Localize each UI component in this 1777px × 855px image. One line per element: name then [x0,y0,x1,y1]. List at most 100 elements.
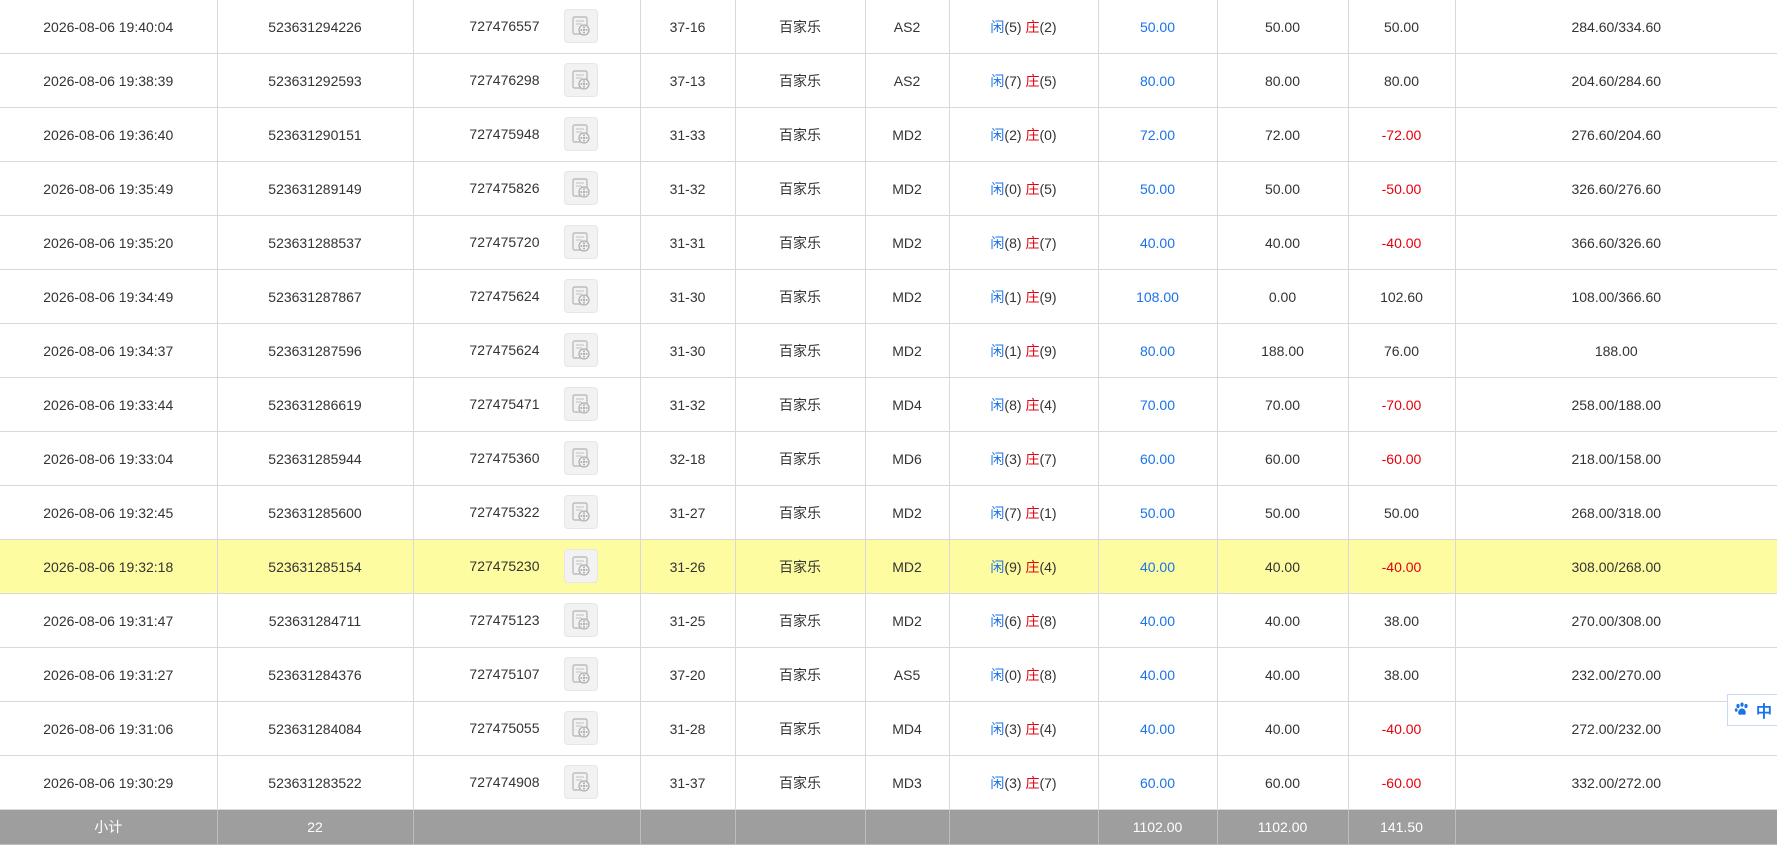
video-replay-button[interactable] [563,495,598,529]
table-number: 37-13 [639,53,736,108]
balance-change: 276.60/204.60 [1454,107,1777,162]
video-replay-button[interactable] [563,387,598,421]
subtotal-empty-cell [864,809,950,845]
video-replay-button[interactable] [563,117,598,151]
bet-amount: 80.00 [1097,323,1218,378]
balance-change: 270.00/308.00 [1454,593,1777,648]
subtotal-empty-cell [639,809,736,845]
table-row: 2026-08-06 19:35:20 523631288537 7274757… [0,215,1777,270]
film-reel-icon [571,556,590,576]
result: 闲(3) 庄(7) [948,755,1099,810]
player-label: 闲 [990,126,1005,143]
video-replay-button[interactable] [563,333,598,367]
round-id-cell: 727475107 [412,647,641,702]
round-id-cell: 727475720 [412,215,641,270]
banker-points: (2) [1039,18,1057,35]
player-points: (1) [1004,342,1022,359]
round-id-cell: 727476298 [412,53,641,108]
player-label: 闲 [990,558,1005,575]
video-replay-button[interactable] [563,225,598,259]
video-replay-button[interactable] [563,171,598,205]
round-id-cell: 727475826 [412,161,641,216]
video-replay-button[interactable] [563,657,598,691]
game-name: 百家乐 [734,431,866,486]
film-reel-icon [571,610,590,630]
table-code: MD2 [864,323,950,378]
bet-amount: 40.00 [1097,647,1218,702]
table-row: 2026-08-06 19:33:44 523631286619 7274754… [0,377,1777,432]
win-loss: -40.00 [1347,701,1456,756]
player-points: (2) [1004,126,1022,143]
player-points: (8) [1004,396,1022,413]
subtotal-empty-cell [412,809,641,845]
valid-bet: 0.00 [1216,269,1349,324]
bet-id: 523631292593 [216,53,414,108]
video-replay-button[interactable] [563,441,598,475]
bet-time: 2026-08-06 19:35:49 [0,161,218,216]
bet-id: 523631283522 [216,755,414,810]
result: 闲(0) 庄(8) [948,647,1099,702]
round-id: 727475624 [469,342,540,358]
video-replay-button[interactable] [563,9,598,43]
table-row: 2026-08-06 19:40:04 523631294226 7274765… [0,0,1777,54]
result: 闲(8) 庄(7) [948,215,1099,270]
result: 闲(0) 庄(5) [948,161,1099,216]
win-loss: -60.00 [1347,755,1456,810]
banker-points: (7) [1039,234,1057,251]
banker-label: 庄 [1025,774,1040,791]
banker-label: 庄 [1025,126,1040,143]
bet-id: 523631290151 [216,107,414,162]
balance-change: 284.60/334.60 [1454,0,1777,54]
subtotal-count: 22 [216,809,414,845]
banker-label: 庄 [1025,180,1040,197]
result: 闲(2) 庄(0) [948,107,1099,162]
table-row: 2026-08-06 19:32:45 523631285600 7274753… [0,485,1777,540]
video-replay-button[interactable] [563,765,598,799]
film-reel-icon [571,340,590,360]
bet-id: 523631286619 [216,377,414,432]
round-id-cell: 727476557 [412,0,641,54]
video-replay-button[interactable] [563,63,598,97]
table-code: MD4 [864,377,950,432]
video-replay-button[interactable] [563,279,598,313]
bet-id: 523631294226 [216,0,414,54]
paw-icon [1734,701,1750,720]
video-replay-button[interactable] [563,549,598,583]
game-name: 百家乐 [734,593,866,648]
player-points: (6) [1004,612,1022,629]
banker-label: 庄 [1025,72,1040,89]
bet-time: 2026-08-06 19:33:44 [0,377,218,432]
player-label: 闲 [990,288,1005,305]
video-replay-button[interactable] [563,711,598,745]
floating-input-method-widget[interactable]: 中 [1727,694,1777,726]
game-name: 百家乐 [734,701,866,756]
balance-change: 258.00/188.00 [1454,377,1777,432]
win-loss: 80.00 [1347,53,1456,108]
player-label: 闲 [990,18,1005,35]
table-number: 31-37 [639,755,736,810]
bet-amount: 60.00 [1097,755,1218,810]
result: 闲(6) 庄(8) [948,593,1099,648]
valid-bet: 40.00 [1216,701,1349,756]
player-label: 闲 [990,396,1005,413]
bet-time: 2026-08-06 19:33:04 [0,431,218,486]
video-replay-button[interactable] [563,603,598,637]
valid-bet: 50.00 [1216,485,1349,540]
game-name: 百家乐 [734,269,866,324]
table-code: AS2 [864,0,950,54]
player-label: 闲 [990,72,1005,89]
valid-bet: 80.00 [1216,53,1349,108]
game-name: 百家乐 [734,0,866,54]
table-row: 2026-08-06 19:34:49 523631287867 7274756… [0,269,1777,324]
round-id-cell: 727475624 [412,323,641,378]
bet-amount: 40.00 [1097,215,1218,270]
valid-bet: 72.00 [1216,107,1349,162]
round-id-cell: 727474908 [412,755,641,810]
round-id: 727475230 [469,558,540,574]
result: 闲(5) 庄(2) [948,0,1099,54]
subtotal-valid: 1102.00 [1216,809,1349,845]
subtotal-empty-cell [948,809,1099,845]
banker-label: 庄 [1025,288,1040,305]
valid-bet: 50.00 [1216,161,1349,216]
bet-amount: 40.00 [1097,539,1218,594]
